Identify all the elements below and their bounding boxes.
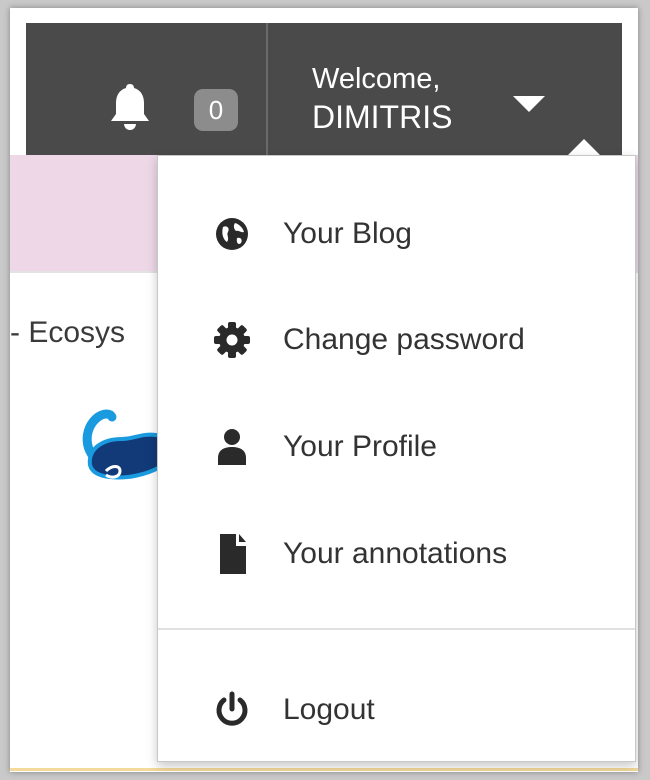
user-dropdown-menu: Your Blog Change password Your Profile Y… xyxy=(157,155,636,762)
menu-item-your-annotations[interactable]: Your annotations xyxy=(158,524,635,584)
menu-item-your-blog[interactable]: Your Blog xyxy=(158,204,635,264)
globe-icon xyxy=(216,218,248,250)
footer-accent-line xyxy=(10,768,638,771)
caret-down-icon[interactable] xyxy=(513,96,545,112)
bell-icon[interactable] xyxy=(106,81,154,133)
user-icon xyxy=(218,429,246,465)
menu-divider xyxy=(158,628,635,630)
notification-count-badge[interactable]: 0 xyxy=(194,89,238,131)
welcome-label: Welcome, xyxy=(312,63,441,95)
menu-item-label: Your Blog xyxy=(283,217,412,250)
menu-item-label: Change password xyxy=(283,323,525,356)
file-icon xyxy=(220,534,246,574)
logout-label: Logout xyxy=(283,693,375,726)
menu-item-logout[interactable]: Logout xyxy=(158,680,635,740)
gear-icon xyxy=(214,322,250,358)
menu-item-change-password[interactable]: Change password xyxy=(158,310,635,370)
header-divider xyxy=(266,23,268,155)
user-name: DIMITRIS xyxy=(312,99,453,135)
user-menu-toggle[interactable]: Welcome, DIMITRIS xyxy=(312,60,452,136)
menu-item-your-profile[interactable]: Your Profile xyxy=(158,417,635,477)
menu-item-label: Your Profile xyxy=(283,430,437,463)
page-title-partial: - Ecosys xyxy=(10,316,126,349)
dropdown-pointer xyxy=(567,139,601,156)
menu-item-label: Your annotations xyxy=(283,537,508,570)
power-icon xyxy=(216,691,248,726)
app-window: 0 Welcome, DIMITRIS - Ecosys Your Blog C… xyxy=(10,8,638,772)
